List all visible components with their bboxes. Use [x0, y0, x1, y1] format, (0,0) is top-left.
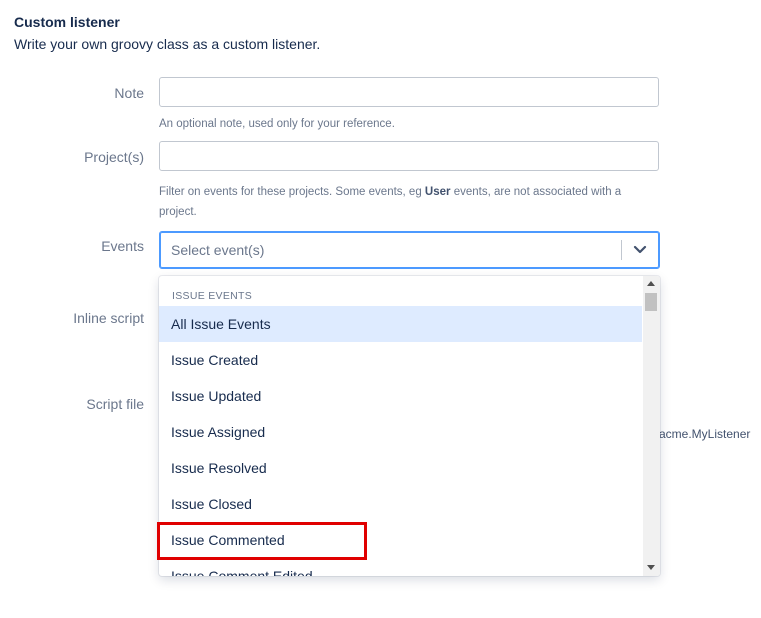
note-label: Note: [114, 85, 144, 101]
option-label: Issue Resolved: [171, 460, 267, 476]
projects-help-text: Filter on events for these projects. Som…: [159, 182, 649, 222]
option-label: Issue Assigned: [171, 424, 266, 440]
option-label: All Issue Events: [171, 316, 271, 332]
events-dropdown-menu: ISSUE EVENTS All Issue Events Issue Crea…: [159, 276, 660, 576]
projects-help-pre: Filter on events for these projects. Som…: [159, 186, 425, 198]
option-issue-closed[interactable]: Issue Closed: [159, 486, 642, 522]
option-label: Issue Created: [171, 352, 259, 368]
note-help-text: An optional note, used only for your ref…: [159, 118, 395, 130]
events-select[interactable]: Select event(s): [159, 231, 660, 269]
option-issue-comment-edited[interactable]: Issue Comment Edited: [159, 558, 642, 576]
option-issue-resolved[interactable]: Issue Resolved: [159, 450, 642, 486]
option-issue-assigned[interactable]: Issue Assigned: [159, 414, 642, 450]
dropdown-scrollbar[interactable]: [643, 276, 660, 576]
events-label: Events: [101, 238, 144, 254]
scrollbar-thumb[interactable]: [645, 293, 657, 311]
option-all-issue-events[interactable]: All Issue Events: [159, 306, 642, 342]
chevron-down-icon[interactable]: [630, 242, 650, 258]
events-select-placeholder: Select event(s): [171, 242, 265, 258]
group-header-issue-events: ISSUE EVENTS: [172, 290, 253, 302]
script-file-label: Script file: [86, 396, 144, 412]
projects-input[interactable]: [159, 141, 659, 171]
option-label: Issue Commented: [171, 532, 285, 548]
option-issue-updated[interactable]: Issue Updated: [159, 378, 642, 414]
inline-script-label: Inline script: [73, 310, 144, 326]
note-input[interactable]: [159, 77, 659, 107]
option-issue-commented[interactable]: Issue Commented: [159, 522, 642, 558]
script-file-hint: acme.MyListener: [659, 427, 751, 441]
option-issue-created[interactable]: Issue Created: [159, 342, 642, 378]
select-separator: [621, 240, 622, 260]
scroll-up-arrow-icon[interactable]: [647, 281, 655, 286]
option-label: Issue Updated: [171, 388, 262, 404]
section-title: Custom listener: [14, 14, 120, 30]
projects-help-bold: User: [424, 186, 451, 198]
section-subtitle: Write your own groovy class as a custom …: [14, 36, 321, 52]
projects-label: Project(s): [84, 149, 144, 165]
option-label: Issue Comment Edited: [171, 568, 313, 576]
scroll-down-arrow-icon[interactable]: [647, 565, 655, 570]
option-label: Issue Closed: [171, 496, 252, 512]
